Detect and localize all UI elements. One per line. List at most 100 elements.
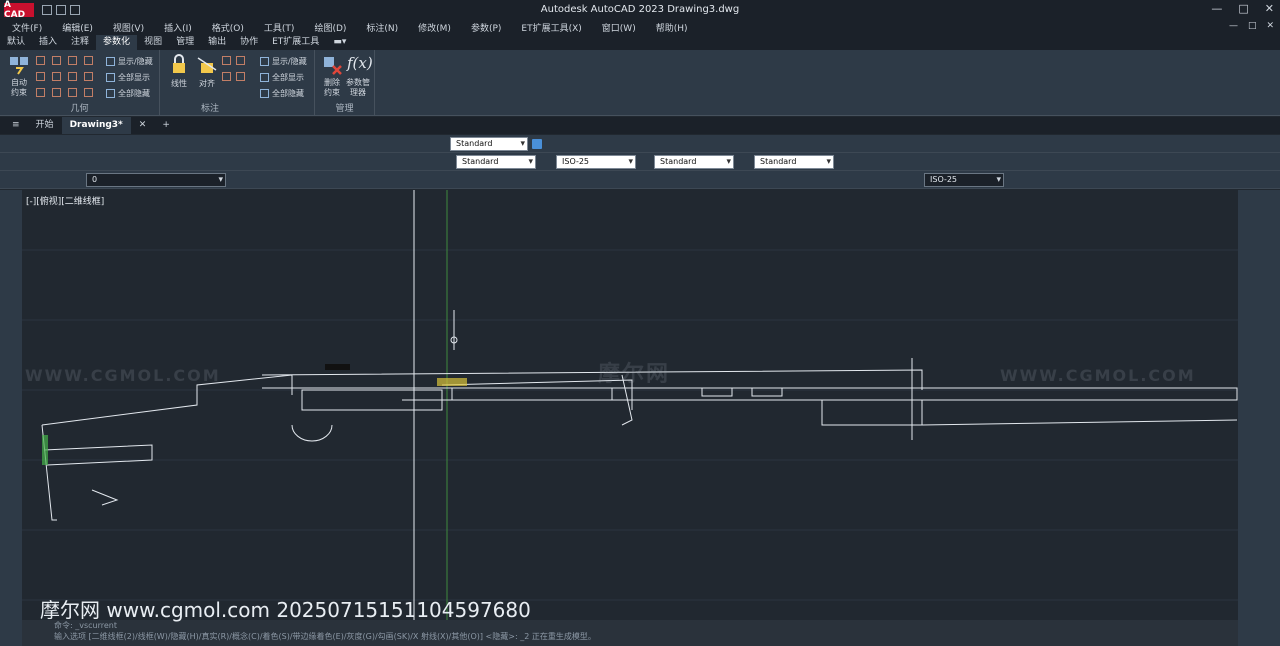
horizontal-icon[interactable] bbox=[68, 72, 77, 81]
menu-insert[interactable]: 插入(I) bbox=[164, 21, 192, 34]
restore-button[interactable]: □ bbox=[1238, 2, 1248, 15]
ribbon-tabs: 默认 插入 注释 参数化 视图 管理 输出 协作 ET扩展工具 ▬▾ bbox=[0, 35, 1280, 50]
tab-parametric[interactable]: 参数化 bbox=[96, 35, 138, 50]
viewport-label[interactable]: [-][俯视][二维线框] bbox=[26, 194, 104, 207]
coincident-icon[interactable] bbox=[36, 56, 45, 65]
ribbon-minimize-icon[interactable]: ▬▾ bbox=[326, 35, 353, 50]
text-style-combo-2[interactable]: Standard bbox=[456, 155, 536, 169]
radius-icon[interactable] bbox=[222, 56, 231, 65]
menu-window[interactable]: 窗口(W) bbox=[602, 21, 636, 34]
equal-icon[interactable] bbox=[84, 88, 93, 97]
doctab-drawing3[interactable]: Drawing3* bbox=[61, 117, 131, 134]
panel-dimensional: 线性 对齐 显示/隐藏 全部显示 全部隐藏 标注 bbox=[160, 50, 315, 116]
menu-file[interactable]: 文件(F) bbox=[12, 21, 42, 34]
open-file-icon[interactable] bbox=[56, 5, 66, 15]
fix-icon[interactable] bbox=[84, 56, 93, 65]
minimize-button[interactable]: — bbox=[1211, 2, 1222, 15]
menu-view[interactable]: 视图(V) bbox=[113, 21, 144, 34]
linear-constraint-button[interactable]: 线性 bbox=[164, 54, 194, 89]
window-title: Autodesk AutoCAD 2023 Drawing3.dwg bbox=[540, 4, 740, 15]
rifle-drawing bbox=[22, 190, 1238, 620]
parallel-icon[interactable] bbox=[36, 72, 45, 81]
toolbar-row-3: 0 ISO-25 bbox=[0, 171, 1280, 189]
tangent-icon[interactable] bbox=[36, 88, 45, 97]
doctab-close-icon[interactable]: ✕ bbox=[131, 117, 155, 134]
ribbon: 自动约束 显示/隐藏 全部显示 全部隐藏 几何 线性 对齐 显示/隐藏 全部显示… bbox=[0, 50, 1280, 116]
window-controls: — □ ✕ bbox=[1211, 2, 1274, 15]
collinear-icon[interactable] bbox=[52, 56, 61, 65]
modify-toolbar bbox=[1238, 190, 1280, 646]
concentric-icon[interactable] bbox=[68, 56, 77, 65]
dim-hide-all-button[interactable]: 全部隐藏 bbox=[260, 88, 304, 99]
save-icon[interactable] bbox=[70, 5, 80, 15]
watermark-3: WWW.CGMOL.COM bbox=[1000, 366, 1196, 385]
menu-format[interactable]: 格式(O) bbox=[212, 21, 244, 34]
tab-annotate[interactable]: 注释 bbox=[64, 35, 96, 50]
new-tab-icon[interactable]: + bbox=[154, 117, 178, 134]
geo-hide-all-button[interactable]: 全部隐藏 bbox=[106, 88, 150, 99]
vertical-icon[interactable] bbox=[84, 72, 93, 81]
function-icon: f(x) bbox=[347, 54, 373, 72]
text-style-combo[interactable]: Standard bbox=[450, 137, 528, 151]
drawing-canvas[interactable] bbox=[22, 190, 1238, 620]
layer-combo[interactable]: 0 bbox=[86, 173, 226, 187]
angular-icon[interactable] bbox=[222, 72, 231, 81]
smooth-icon[interactable] bbox=[52, 88, 61, 97]
show-all-icon bbox=[106, 73, 115, 82]
menu-edit[interactable]: 编辑(E) bbox=[62, 21, 93, 34]
doc-restore-button[interactable]: □ bbox=[1248, 21, 1257, 31]
dim-show-all-icon bbox=[260, 73, 269, 82]
doctab-start[interactable]: 开始 bbox=[28, 117, 62, 134]
symmetric-icon[interactable] bbox=[68, 88, 77, 97]
app-logo[interactable]: A CAD bbox=[4, 0, 34, 20]
toolbar-row-2: Standard ISO-25 Standard Standard bbox=[0, 153, 1280, 171]
geo-show-all-button[interactable]: 全部显示 bbox=[106, 72, 150, 83]
overlay-watermark: 摩尔网 www.cgmol.com 20250715151104597680 bbox=[40, 598, 531, 622]
tab-insert[interactable]: 插入 bbox=[32, 35, 64, 50]
watermark-1: WWW.CGMOL.COM bbox=[25, 366, 221, 385]
dim-show-hide-button[interactable]: 显示/隐藏 bbox=[260, 56, 307, 67]
menu-dimension[interactable]: 标注(N) bbox=[366, 21, 398, 34]
tab-collaborate[interactable]: 协作 bbox=[233, 35, 265, 50]
panel-geometry: 自动约束 显示/隐藏 全部显示 全部隐藏 几何 bbox=[0, 50, 160, 116]
menu-tools[interactable]: 工具(T) bbox=[264, 21, 295, 34]
tab-et-tools[interactable]: ET扩展工具 bbox=[265, 35, 326, 50]
panel-geometry-label: 几何 bbox=[70, 104, 89, 114]
auto-constrain-button[interactable]: 自动约束 bbox=[4, 54, 34, 98]
command-line[interactable]: 命令: _vscurrent 输入选项 [二维线框(2)/线框(W)/隐藏(H)… bbox=[22, 620, 1238, 646]
menu-et-tools[interactable]: ET扩展工具(X) bbox=[521, 21, 581, 34]
table-style-combo[interactable]: Standard bbox=[654, 155, 734, 169]
tab-view[interactable]: 视图 bbox=[137, 35, 169, 50]
aligned-constraint-button[interactable]: 对齐 bbox=[192, 54, 222, 89]
doc-minimize-button[interactable]: — bbox=[1229, 21, 1238, 31]
close-button[interactable]: ✕ bbox=[1265, 2, 1274, 15]
menu-help[interactable]: 帮助(H) bbox=[656, 21, 688, 34]
text-style-icon[interactable] bbox=[532, 139, 542, 149]
show-hide-icon bbox=[106, 57, 115, 66]
convert-icon[interactable] bbox=[236, 72, 245, 81]
new-file-icon[interactable] bbox=[42, 5, 52, 15]
mleader-style-combo[interactable]: Standard bbox=[754, 155, 834, 169]
parameters-manager-button[interactable]: f(x) 参数管理器 bbox=[343, 54, 373, 98]
dim-hide-all-icon bbox=[260, 89, 269, 98]
diameter-icon[interactable] bbox=[236, 56, 245, 65]
aligned-lock-icon bbox=[196, 54, 218, 76]
delete-constraints-icon bbox=[321, 54, 343, 76]
geo-show-hide-button[interactable]: 显示/隐藏 bbox=[106, 56, 153, 67]
tab-default[interactable]: 默认 bbox=[0, 35, 32, 50]
watermark-2: 摩尔网 bbox=[598, 362, 671, 387]
dim-show-all-button[interactable]: 全部显示 bbox=[260, 72, 304, 83]
perpendicular-icon[interactable] bbox=[52, 72, 61, 81]
panel-dimensional-label: 标注 bbox=[200, 104, 219, 114]
dim-style-combo-2[interactable]: ISO-25 bbox=[924, 173, 1004, 187]
menu-draw[interactable]: 绘图(D) bbox=[314, 21, 346, 34]
doc-close-button[interactable]: ✕ bbox=[1266, 21, 1274, 31]
menu-modify[interactable]: 修改(M) bbox=[418, 21, 451, 34]
document-tabs: ≡ 开始 Drawing3* ✕ + bbox=[0, 117, 1280, 134]
tab-manage[interactable]: 管理 bbox=[169, 35, 201, 50]
tab-output[interactable]: 输出 bbox=[201, 35, 233, 50]
menu-parametric[interactable]: 参数(P) bbox=[471, 21, 501, 34]
doctab-menu-icon[interactable]: ≡ bbox=[4, 117, 28, 134]
dim-style-combo[interactable]: ISO-25 bbox=[556, 155, 636, 169]
command-history-2: 输入选项 [二维线框(2)/线框(W)/隐藏(H)/真实(R)/概念(C)/着色… bbox=[54, 632, 596, 641]
